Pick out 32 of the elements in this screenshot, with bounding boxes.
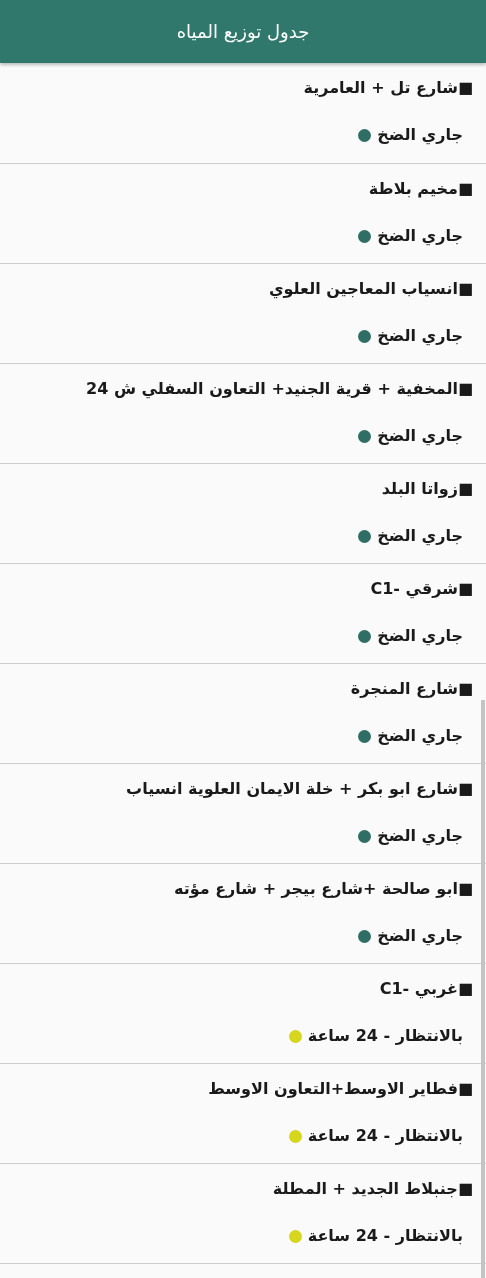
status-text: جاري الضخ [377, 225, 463, 248]
area-name: ■شارع تل + العامرية [303, 77, 473, 99]
status-text: جاري الضخ [377, 925, 463, 948]
area-name: ■شارع ابو بكر + خلة الايمان العلوية انسياب [126, 778, 473, 800]
status-text: بالانتظار - 24 ساعة [307, 1125, 463, 1147]
area-name: ■شرقي -C1 [370, 578, 473, 601]
area-name: ■غربي -C1 [379, 978, 473, 1001]
area-name: ■فطاير الاوسط+التعاون الاوسط [208, 1078, 473, 1100]
area-name: ■انسياب المعاجين العلوي [268, 278, 473, 301]
area-list-item[interactable]: ■شرقي -C1 جاري الضخ [0, 564, 486, 664]
area-list-item[interactable]: ■انسياب المعاجين العلوي جاري الضخ [0, 264, 486, 364]
area-list-item[interactable]: ■المخفية + قرية الجنيد+ التعاون السفلي ش 24 جاري الضخ [0, 364, 486, 464]
status-text: جاري الضخ [377, 625, 463, 648]
area-name: ■المخفية + قرية الجنيد+ التعاون السفلي ش 24 [86, 378, 473, 401]
status-text: جاري الضخ [377, 725, 463, 748]
status-text: جاري الضخ [377, 124, 463, 147]
status-text: جاري الضخ [377, 825, 463, 848]
area-list-item[interactable]: ■شارع تل + العامرية جاري الضخ [0, 63, 486, 164]
area-list-item[interactable]: ■زواتا البلد جاري الضخ [0, 464, 486, 564]
area-name: ■شارع المنجرة [350, 678, 473, 700]
area-name: ■جنبلاط الجديد + المطلة [272, 1178, 473, 1200]
status-text: جاري الضخ [377, 325, 463, 348]
status-text: جاري الضخ [377, 525, 463, 548]
status-text: جاري الضخ [377, 425, 463, 448]
status-text: بالانتظار - 24 ساعة [307, 1025, 463, 1047]
scrollbar[interactable] [481, 700, 485, 1278]
area-name: ■زواتا البلد [381, 478, 473, 500]
area-name: ■ابو صالحة +شارع بيجر + شارع مؤته [173, 878, 473, 900]
area-name: ■مخيم بلاطة [368, 178, 473, 200]
app-title: جدول توزيع المياه [176, 21, 310, 42]
status-text: بالانتظار - 24 ساعة [307, 1225, 463, 1247]
area-list-item[interactable]: ■مخيم بلاطة جاري الضخ [0, 164, 486, 264]
